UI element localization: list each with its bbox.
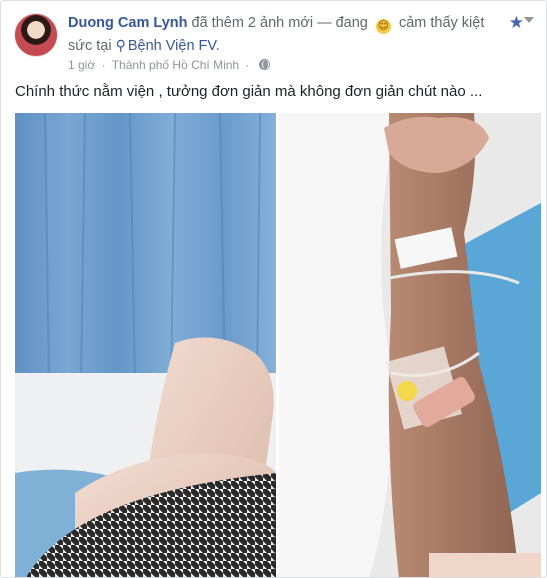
author-name-link[interactable]: Duong Cam Lynh — [68, 15, 187, 31]
facebook-post: Duong Cam Lynh đã thêm 2 ảnh mới — đang … — [0, 0, 547, 578]
feeling-emoji-icon: 😌 — [375, 19, 391, 34]
globe-icon[interactable] — [258, 59, 270, 70]
star-icon[interactable]: ★ — [509, 13, 524, 33]
post-photo-legs[interactable] — [15, 113, 276, 577]
map-pin-icon: ⚲ — [115, 37, 126, 53]
post-city[interactable]: Thành phố Hồ Chí Minh — [112, 58, 239, 72]
post-photo-iv-arm[interactable] — [279, 113, 541, 577]
post-header: Duong Cam Lynh đã thêm 2 ảnh mới — đang … — [68, 12, 498, 57]
post-action-text: đã thêm 2 ảnh mới — đang — [191, 15, 368, 31]
location-link[interactable]: ⚲ Bệnh Viện FV. — [115, 37, 220, 54]
chevron-down-icon[interactable] — [524, 17, 534, 23]
meta-separator: · — [101, 58, 106, 72]
author-avatar[interactable] — [14, 13, 58, 57]
post-meta: 1 giờ · Thành phố Hồ Chí Minh · — [68, 58, 270, 72]
location-text: Bệnh Viện FV. — [127, 38, 220, 54]
post-body-text: Chính thức nằm viện , tưởng đơn giản mà … — [15, 83, 483, 100]
post-timestamp[interactable]: 1 giờ — [68, 58, 95, 72]
meta-separator: · — [245, 58, 250, 72]
